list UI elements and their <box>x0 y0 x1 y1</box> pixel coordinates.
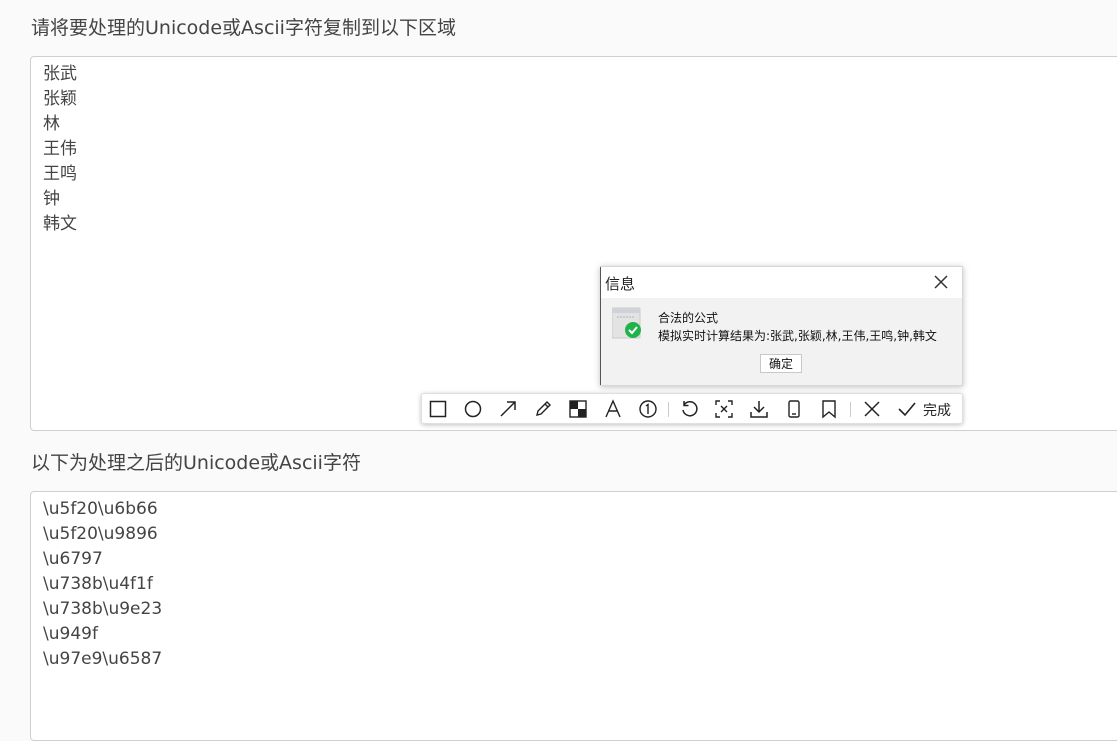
dialog-header: 信息 <box>601 267 962 298</box>
screenshot-toolbar: 完成 <box>421 393 963 424</box>
number-marker-icon[interactable] <box>638 399 658 419</box>
bookmark-icon[interactable] <box>819 399 839 419</box>
pin-region-icon[interactable] <box>714 399 734 419</box>
check-icon[interactable] <box>897 399 917 419</box>
output-section-title: 以下为处理之后的Unicode或Ascii字符 <box>31 452 361 474</box>
toolbar-divider <box>668 402 669 417</box>
output-line: \u738b\u4f1f <box>43 574 153 594</box>
output-line: \u97e9\u6587 <box>43 649 163 669</box>
output-line: \u5f20\u6b66 <box>43 499 158 519</box>
output-line: \u5f20\u9896 <box>43 524 158 544</box>
arrow-tool-icon[interactable] <box>498 399 518 419</box>
input-line: 林 <box>43 114 60 134</box>
input-line: 钟 <box>43 189 60 209</box>
text-tool-icon[interactable] <box>603 399 623 419</box>
toolbar-divider <box>850 402 851 417</box>
circle-tool-icon[interactable] <box>463 399 483 419</box>
ok-button[interactable]: 确定 <box>760 354 802 373</box>
dialog-title: 信息 <box>605 275 636 293</box>
dialog-body: 合法的公式 模拟实时计算结果为:张武,张颖,林,王伟,王鸣,钟,韩文 确定 <box>601 298 962 385</box>
output-line: \u949f <box>43 624 98 644</box>
input-line: 王鸣 <box>43 164 77 184</box>
dialog-message-result: 模拟实时计算结果为:张武,张颖,林,王伟,王鸣,钟,韩文 <box>658 329 937 343</box>
output-line: \u6797 <box>43 549 103 569</box>
input-line: 张颖 <box>43 89 77 109</box>
success-check-icon <box>611 307 642 341</box>
undo-icon[interactable] <box>679 399 699 419</box>
output-line: \u738b\u9e23 <box>43 599 163 619</box>
rectangle-tool-icon[interactable] <box>428 399 448 419</box>
dialog-message-title: 合法的公式 <box>658 311 719 325</box>
input-line: 韩文 <box>43 214 77 234</box>
input-line: 张武 <box>43 64 77 84</box>
input-section-title: 请将要处理的Unicode或Ascii字符复制到以下区域 <box>31 17 456 39</box>
download-icon[interactable] <box>749 399 769 419</box>
output-textarea[interactable]: \u5f20\u6b66 \u5f20\u9896 \u6797 \u738b\… <box>30 491 1117 741</box>
close-icon[interactable] <box>862 399 882 419</box>
input-line: 王伟 <box>43 139 77 159</box>
phone-icon[interactable] <box>784 399 804 419</box>
done-button[interactable]: 完成 <box>923 400 951 420</box>
mosaic-tool-icon[interactable] <box>568 399 588 419</box>
info-dialog: 信息 合法的公式 模拟实时计算结果为:张武,张颖,林,王伟,王鸣,钟,韩文 确定 <box>600 266 963 386</box>
close-icon[interactable] <box>932 273 950 291</box>
pencil-tool-icon[interactable] <box>533 399 553 419</box>
